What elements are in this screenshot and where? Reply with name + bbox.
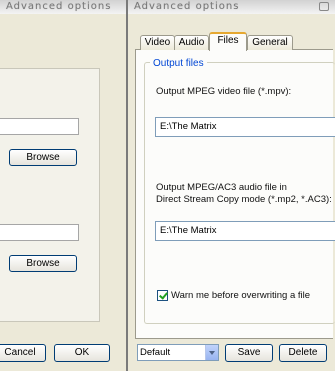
tab-video[interactable]: Video: [140, 35, 175, 50]
preset-select[interactable]: Default: [137, 344, 219, 361]
tab-files[interactable]: Files: [209, 32, 247, 51]
audio-file-input[interactable]: E:\The Matrix: [155, 221, 335, 241]
output-files-group-title: Output files: [150, 58, 207, 70]
preset-select-value: Default: [140, 347, 171, 358]
tab-audio[interactable]: Audio: [174, 35, 209, 50]
tab-general[interactable]: General: [247, 35, 293, 50]
ok-button[interactable]: OK: [54, 344, 110, 362]
audio-file-label-line1: Output MPEG/AC3 audio file in: [156, 182, 287, 193]
close-icon[interactable]: [319, 2, 329, 11]
left-dialog-window: Advanced options Browse Browse Cancel OK: [0, 0, 128, 371]
output-files-group: [144, 62, 335, 324]
warn-overwrite-label[interactable]: Warn me before overwriting a file: [171, 290, 310, 301]
video-file-input[interactable]: E:\The Matrix: [155, 117, 335, 137]
left-dialog-panel: [0, 68, 100, 322]
right-dialog-titlebar[interactable]: Advanced options: [128, 0, 335, 14]
left-path-field-1[interactable]: [0, 118, 79, 135]
browse-button-1[interactable]: Browse: [9, 149, 77, 166]
delete-button[interactable]: Delete: [279, 344, 327, 362]
audio-file-label-line2: Direct Stream Copy mode (*.mp2, *.AC3):: [156, 194, 332, 205]
left-dialog-titlebar[interactable]: Advanced options: [0, 0, 127, 14]
cancel-button[interactable]: Cancel: [0, 344, 46, 362]
browse-button-2[interactable]: Browse: [9, 255, 77, 272]
save-button[interactable]: Save: [225, 344, 273, 362]
left-dialog-title: Advanced options: [6, 1, 112, 12]
video-file-label: Output MPEG video file (*.mpv):: [156, 86, 292, 97]
left-path-field-2[interactable]: [0, 224, 79, 241]
right-dialog-title: Advanced options: [134, 1, 240, 12]
chevron-down-icon[interactable]: [205, 345, 218, 360]
warn-overwrite-checkbox[interactable]: [157, 290, 168, 301]
